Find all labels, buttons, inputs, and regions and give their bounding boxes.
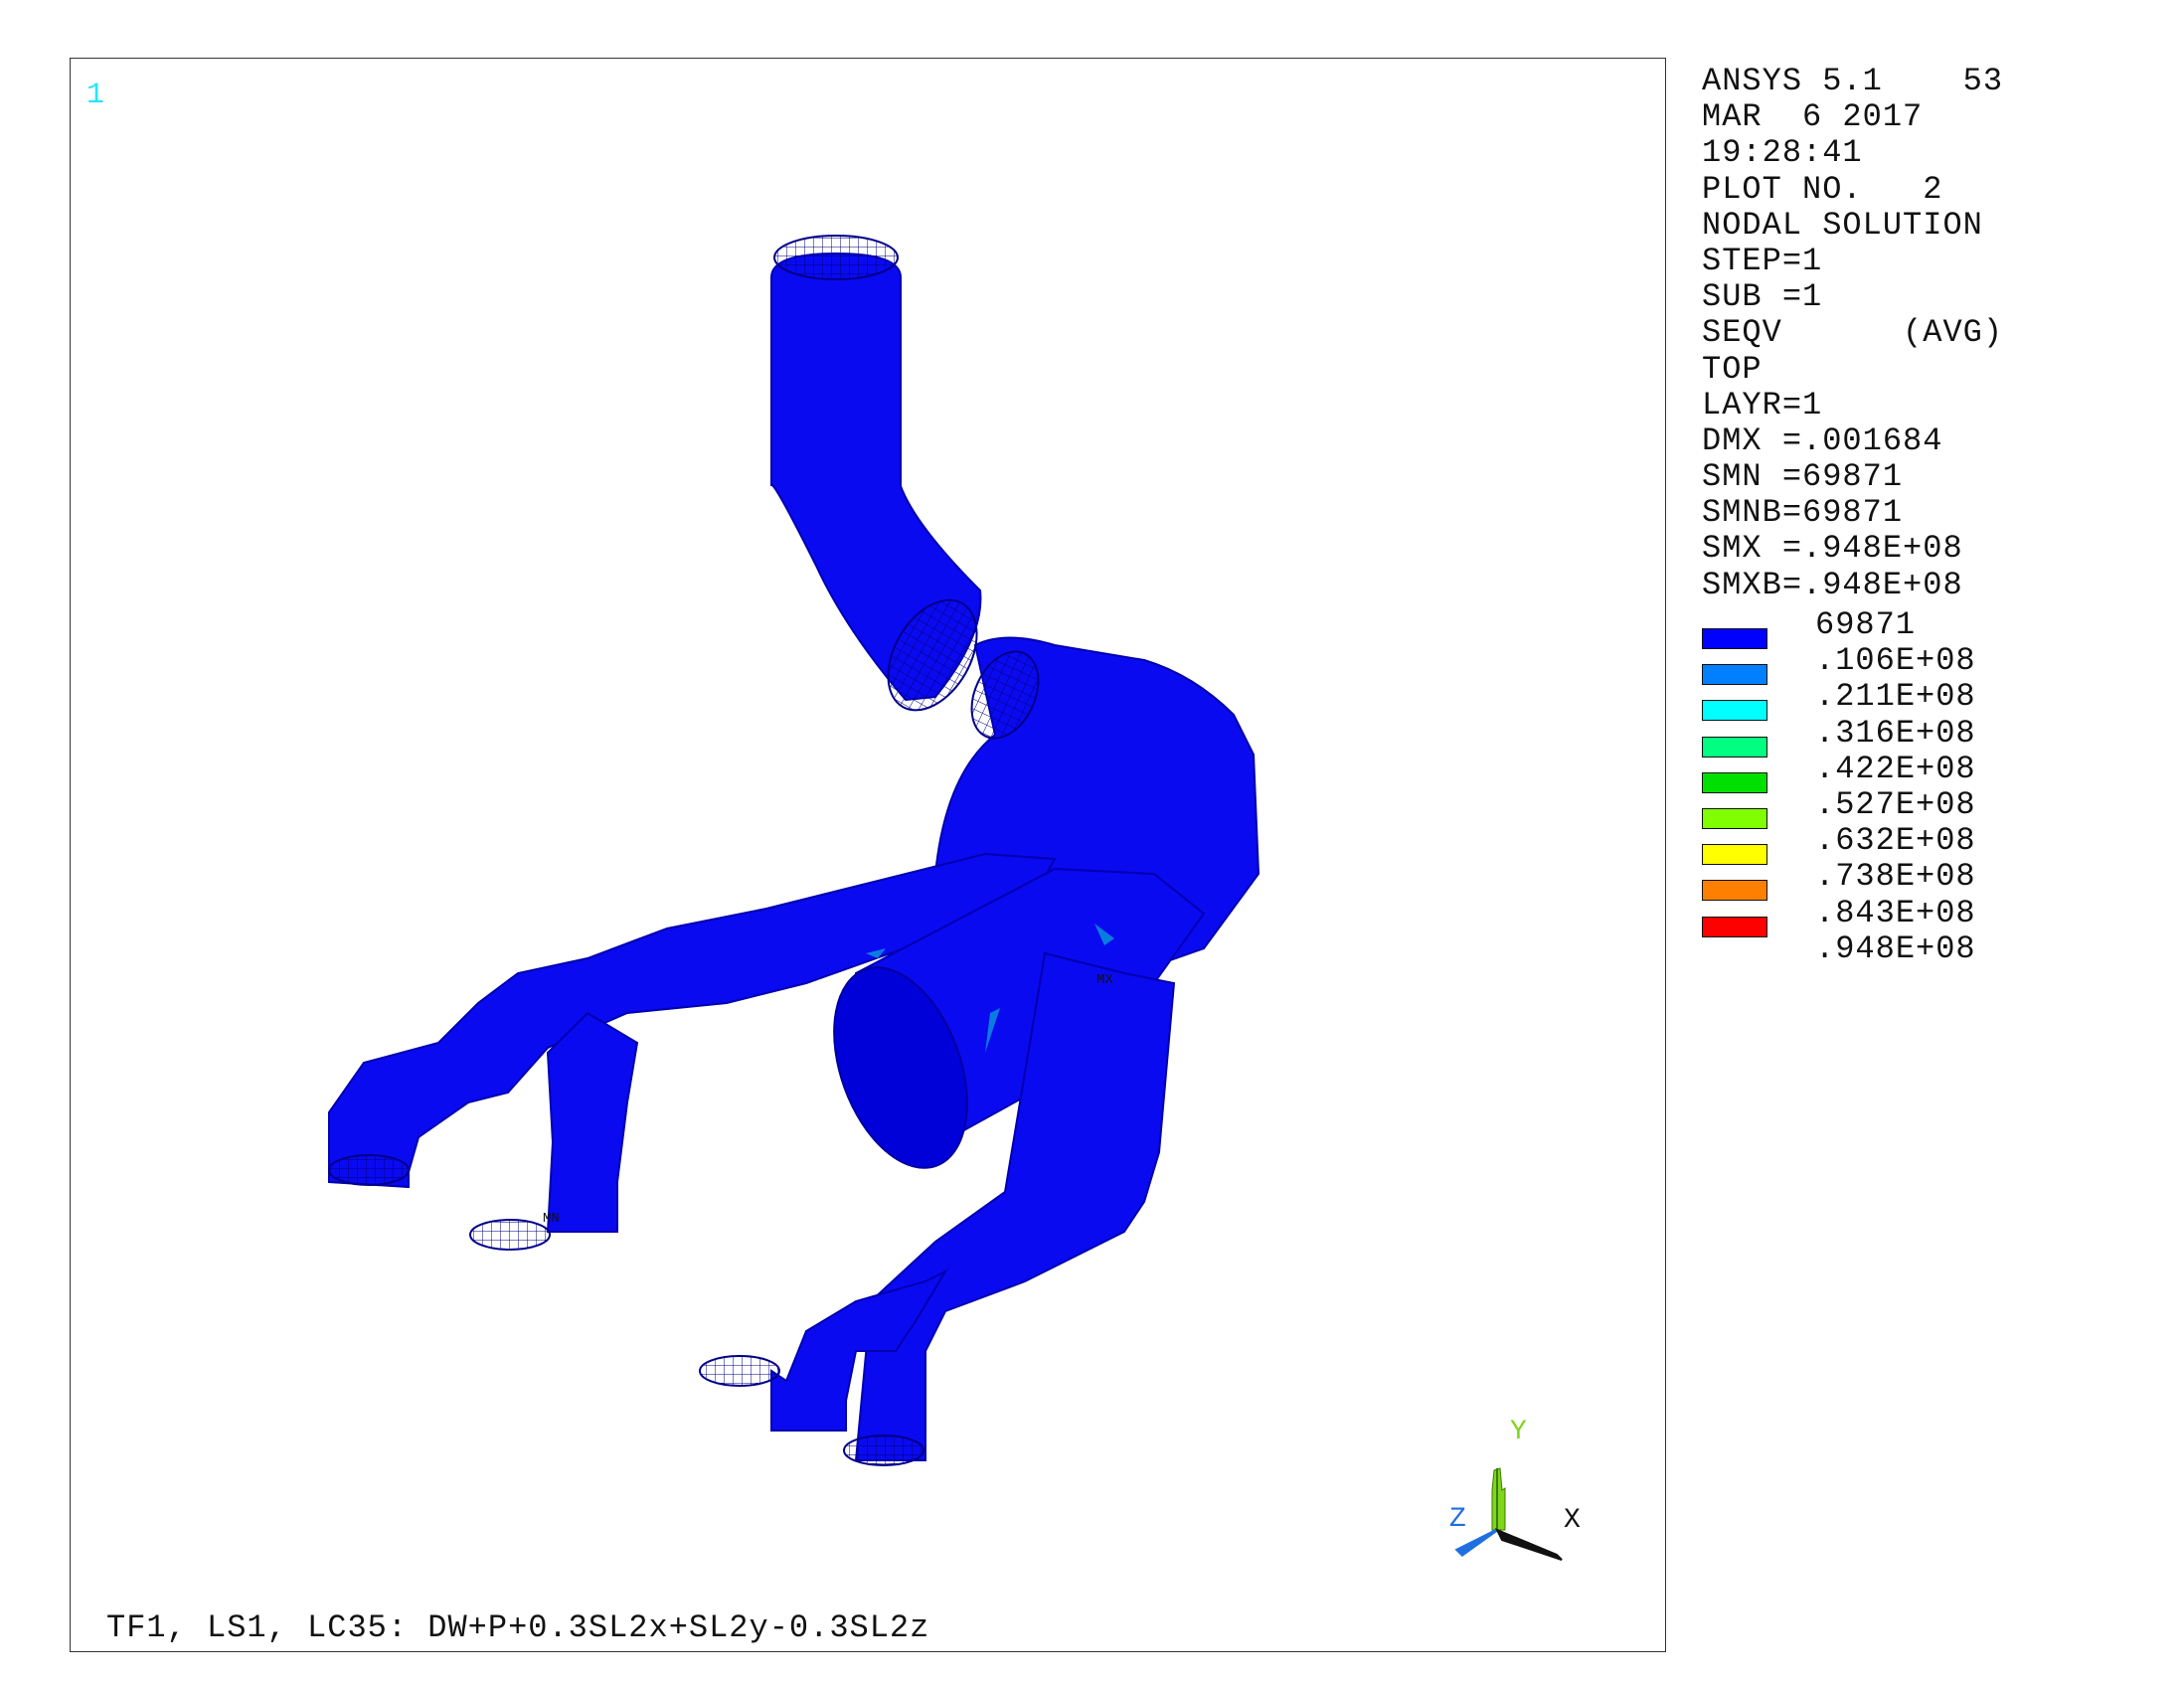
info-time: 19:28:41 [1702, 134, 1863, 172]
info-dmx: DMX =.001684 [1702, 422, 1943, 459]
axis-triad: Y Z X [1449, 1417, 1581, 1561]
legend-label: .527E+08 [1815, 785, 1976, 823]
legend-row: 69871 [1702, 606, 2119, 649]
legend-label: .211E+08 [1815, 678, 1976, 716]
load-case-caption: TF1, LS1, LC35: DW+P+0.3SL2x+SL2y-0.3SL2… [106, 1609, 930, 1646]
legend-label: .106E+08 [1815, 642, 1976, 680]
y-axis-arrow [1491, 1467, 1506, 1531]
solution-info-panel: ANSYS 5.1 53 MAR 6 2017 19:28:41 PLOT NO… [1702, 63, 2119, 603]
x-axis-label: X [1564, 1505, 1581, 1536]
z-axis-label: Z [1449, 1504, 1466, 1535]
info-plot-number: PLOT NO. 2 [1702, 170, 1943, 208]
legend-row: .948E+08 [1702, 929, 2119, 967]
info-smn: SMN =69871 [1702, 458, 1904, 496]
legend-label: 69871 [1815, 606, 1917, 643]
legend-row: .738E+08 [1702, 858, 2119, 902]
legend-row: .211E+08 [1702, 678, 2119, 722]
min-marker: MN [543, 1211, 560, 1227]
legend-row: .106E+08 [1702, 642, 2119, 686]
legend-label: .843E+08 [1815, 894, 1976, 931]
x-axis-arrow [1494, 1528, 1563, 1561]
legend-label: .422E+08 [1815, 750, 1976, 787]
info-substep: SUB =1 [1702, 278, 1823, 316]
info-date: MAR 6 2017 [1702, 98, 1924, 136]
legend-row: .843E+08 [1702, 894, 2119, 937]
graphics-viewport[interactable]: 1 MN MX Y Z X TF1, LS1, LC35: DW+P+0.3SL… [70, 58, 1666, 1652]
legend-row: .527E+08 [1702, 785, 2119, 829]
info-version: ANSYS 5.1 53 [1702, 63, 2004, 99]
legend-row: .632E+08 [1702, 822, 2119, 866]
info-smx: SMX =.948E+08 [1702, 530, 1963, 568]
legend-label: .316E+08 [1815, 714, 1976, 752]
max-marker: MX [1096, 972, 1113, 988]
legend-label: .632E+08 [1815, 822, 1976, 860]
legend-label: .738E+08 [1815, 858, 1976, 896]
info-position: TOP [1702, 350, 1763, 388]
model-plot[interactable]: MN MX Y Z X [71, 59, 1665, 1653]
legend-label: .948E+08 [1815, 929, 1976, 967]
info-smnb: SMNB=69871 [1702, 494, 1904, 532]
info-solution-type: NODAL SOLUTION [1702, 206, 1983, 244]
legend-row: .422E+08 [1702, 750, 2119, 793]
pipe-model [328, 252, 1260, 1461]
left-down-pipe [546, 1011, 639, 1233]
y-axis-label: Y [1510, 1417, 1527, 1447]
info-layer: LAYR=1 [1702, 386, 1823, 423]
info-step: STEP=1 [1702, 242, 1823, 279]
info-smxb: SMXB=.948E+08 [1702, 566, 1963, 603]
legend-row: .316E+08 [1702, 714, 2119, 758]
info-result-item: SEQV (AVG) [1702, 314, 2004, 352]
contour-legend: 69871.106E+08.211E+08.316E+08.422E+08.52… [1702, 606, 2119, 967]
